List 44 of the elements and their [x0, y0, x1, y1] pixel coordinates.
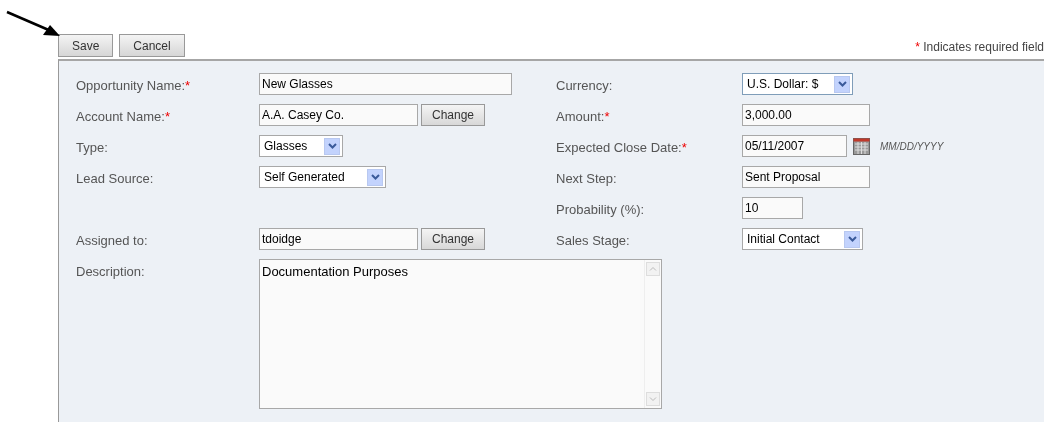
required-asterisk: *: [604, 108, 610, 126]
required-asterisk: *: [915, 40, 920, 54]
field-label: Description:: [76, 263, 145, 281]
cancel-button[interactable]: Cancel: [119, 34, 185, 57]
text-field[interactable]: 3,000.00: [742, 104, 870, 126]
change-button[interactable]: Change: [421, 228, 486, 250]
text-field[interactable]: A.A. Casey Co.: [259, 104, 418, 126]
save-button[interactable]: Save: [58, 34, 114, 57]
dropdown[interactable]: U.S. Dollar: $: [742, 73, 853, 95]
scrollbar[interactable]: [644, 260, 661, 408]
field-label: Opportunity Name:: [76, 77, 186, 95]
field-label: Assigned to:: [76, 232, 148, 250]
change-button[interactable]: Change: [421, 104, 486, 126]
chevron-down-icon: [370, 174, 380, 180]
text-field[interactable]: 10: [742, 197, 803, 219]
field-label: Lead Source:: [76, 170, 154, 188]
pointer-arrow: [5, 10, 61, 38]
field-label: Expected Close Date:: [556, 139, 682, 157]
field-label: Currency:: [556, 77, 613, 95]
description-textarea[interactable]: Documentation Purposes: [259, 259, 662, 409]
chevron-down-icon: [837, 81, 847, 87]
text-field[interactable]: tdoidge: [259, 228, 418, 250]
required-asterisk: *: [164, 108, 170, 126]
scroll-down-icon[interactable]: [646, 392, 660, 406]
dropdown[interactable]: Glasses: [259, 135, 343, 157]
field-label: Account Name:: [76, 108, 165, 126]
scroll-up-icon[interactable]: [646, 262, 660, 276]
field-label: Next Step:: [556, 170, 617, 188]
text-field[interactable]: Sent Proposal: [742, 166, 870, 188]
field-label: Type:: [76, 139, 108, 157]
dropdown[interactable]: Self Generated: [259, 166, 386, 188]
required-asterisk: *: [681, 139, 687, 157]
dropdown[interactable]: Initial Contact: [742, 228, 863, 250]
field-label: Probability (%):: [556, 201, 645, 219]
chevron-down-icon: [327, 143, 337, 149]
required-asterisk: *: [185, 77, 191, 95]
calendar-icon[interactable]: [853, 137, 870, 155]
required-field-note: Indicates required field: [922, 40, 1044, 54]
field-label: Sales Stage:: [556, 232, 630, 250]
field-label: Amount:: [556, 108, 605, 126]
chevron-down-icon: [847, 236, 857, 242]
text-field[interactable]: New Glasses: [259, 73, 512, 95]
date-field[interactable]: 05/11/2007: [742, 135, 847, 157]
date-format-hint: MM/DD/YYYY: [880, 139, 944, 154]
